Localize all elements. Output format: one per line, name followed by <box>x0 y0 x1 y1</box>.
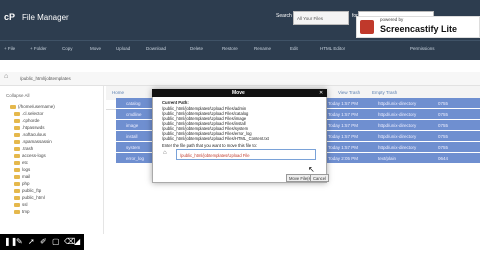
folder-icon <box>14 167 20 172</box>
row-modified: Today 1:57 PM <box>328 134 359 139</box>
tree-item[interactable]: .softaculous <box>14 132 46 137</box>
selected-path: /public_html/jobtemplates/Upload Files/H… <box>162 136 269 141</box>
row-name: install <box>126 134 138 139</box>
recorder-name: Screencastify Lite <box>380 24 458 34</box>
highlighter-icon[interactable]: ✐ <box>40 237 47 246</box>
row-modified: Today 1:57 PM <box>328 112 359 117</box>
move-dialog-title: Move <box>232 90 245 96</box>
row-name: cmdline <box>126 112 142 117</box>
toolbar-new-file[interactable]: + File <box>4 46 15 51</box>
folder-icon <box>14 209 20 214</box>
menu-icon[interactable]: ◢ <box>74 237 80 246</box>
row-perm: 0755 <box>438 101 449 106</box>
toolbar-copy[interactable]: Copy <box>62 46 73 51</box>
tree-item[interactable]: tmp <box>14 209 30 214</box>
tree-item[interactable]: .cphorde <box>14 118 40 123</box>
folder-icon <box>14 118 20 123</box>
move-prompt: Enter the file path that you want to mov… <box>162 143 257 148</box>
search-label: Search <box>276 13 292 19</box>
folder-icon <box>14 146 20 151</box>
action-view-trash[interactable]: View Trash <box>338 90 360 95</box>
cpanel-logo[interactable]: cP <box>4 12 24 26</box>
tree-item[interactable]: .spamassassin <box>14 139 52 144</box>
row-perm: 0644 <box>438 156 449 161</box>
recorder-powered-by: powered by <box>380 17 404 22</box>
folder-icon <box>10 104 16 109</box>
row-modified: Today 1:57 PM <box>328 145 359 150</box>
tree-item[interactable]: .trash <box>14 146 33 151</box>
tree-item[interactable]: public_html <box>14 195 45 200</box>
recorder-logo-icon <box>360 20 374 34</box>
folder-icon <box>14 132 20 137</box>
toolbar-upload[interactable]: Upload <box>116 46 130 51</box>
home-icon: ⌂ <box>163 150 167 156</box>
folder-icon <box>14 160 20 165</box>
action-empty-trash[interactable]: Empty Trash <box>372 90 397 95</box>
toolbar-edit[interactable]: Edit <box>290 46 298 51</box>
toolbar-move[interactable]: Move <box>90 46 101 51</box>
rectangle-icon[interactable]: ▢ <box>52 237 60 246</box>
row-type: httpd/unix-directory <box>378 112 417 117</box>
folder-icon <box>14 125 20 130</box>
row-name: image <box>126 123 139 128</box>
row-type: httpd/unix-directory <box>378 145 417 150</box>
row-name: catalog <box>126 101 141 106</box>
tree-item[interactable]: .cl.selector <box>14 111 44 116</box>
mouse-cursor-icon: ↖ <box>308 165 315 174</box>
toolbar-html-editor[interactable]: HTML Editor <box>320 46 345 51</box>
row-modified: Today 2:05 PM <box>328 156 359 161</box>
tree-item[interactable]: public_ftp <box>14 188 41 193</box>
arrow-icon[interactable]: ➚ <box>28 237 35 246</box>
toolbar-permissions[interactable]: Permissions <box>410 46 435 51</box>
row-modified: Today 1:57 PM <box>328 123 359 128</box>
toolbar-new-folder[interactable]: + Folder <box>30 46 47 51</box>
search-scope-select[interactable]: All Your Files <box>293 11 349 25</box>
current-path-label: Current Path: <box>162 100 189 105</box>
tree-item[interactable]: etc <box>14 160 28 165</box>
row-type: httpd/unix-directory <box>378 134 417 139</box>
row-perm: 0755 <box>438 134 449 139</box>
row-type: text/plain <box>378 156 397 161</box>
tree-item[interactable]: php <box>14 181 30 186</box>
tree-item[interactable]: .htpasswds <box>14 125 45 130</box>
collapse-all-link[interactable]: Collapse All <box>6 93 30 98</box>
toolbar-delete[interactable]: Delete <box>190 46 203 51</box>
toolbar-rename[interactable]: Rename <box>254 46 271 51</box>
row-perm: 0755 <box>438 112 449 117</box>
folder-icon <box>14 153 20 158</box>
toolbar-restore[interactable]: Restore <box>222 46 238 51</box>
action-home[interactable]: Home <box>112 90 124 95</box>
app-title: File Manager <box>22 13 69 22</box>
row-modified: Today 1:57 PM <box>328 101 359 106</box>
row-type: httpd/unix-directory <box>378 101 417 106</box>
home-icon[interactable]: ⌂ <box>4 73 14 84</box>
cancel-button[interactable]: Cancel <box>310 174 330 182</box>
tree-item[interactable]: (/home/username) <box>10 104 55 109</box>
tree-item[interactable]: mail <box>14 174 30 179</box>
row-perm: 0755 <box>438 145 449 150</box>
row-perm: 0755 <box>438 123 449 128</box>
tree-item[interactable]: access-logs <box>14 153 46 158</box>
folder-icon <box>14 139 20 144</box>
tree-item[interactable]: ssl <box>14 202 28 207</box>
close-icon[interactable]: ✕ <box>319 90 323 96</box>
folder-icon <box>14 202 20 207</box>
tree-item[interactable]: logs <box>14 167 30 172</box>
destination-path-input[interactable]: /public_html/jobtemplates/Upload File <box>176 149 316 160</box>
row-name: error_log <box>126 156 145 161</box>
folder-icon <box>14 111 20 116</box>
folder-icon <box>14 188 20 193</box>
row-name: system <box>126 145 141 150</box>
row-type: httpd/unix-directory <box>378 123 417 128</box>
folder-icon <box>14 195 20 200</box>
path-bar <box>0 72 480 86</box>
folder-icon <box>14 181 20 186</box>
toolbar-download[interactable]: Download <box>146 46 166 51</box>
pen-icon[interactable]: ✎ <box>16 237 23 246</box>
folder-icon <box>14 174 20 179</box>
current-path[interactable]: /public_html/jobtemplates <box>20 76 71 81</box>
